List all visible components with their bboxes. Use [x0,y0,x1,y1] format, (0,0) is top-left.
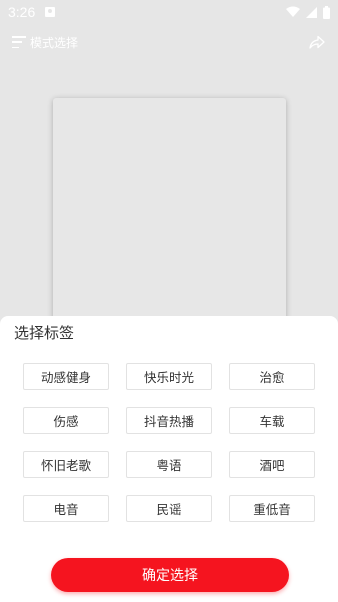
app-bar: 模式选择 [0,30,338,54]
wifi-icon [286,6,300,17]
status-bar: 3:26 [0,0,338,24]
tag-option[interactable]: 粤语 [126,451,212,478]
tag-option[interactable]: 抖音热播 [126,407,212,434]
tag-option[interactable]: 酒吧 [229,451,315,478]
status-icons [286,5,330,19]
notification-icon [45,7,56,17]
tag-option[interactable]: 重低音 [229,495,315,522]
share-icon[interactable] [308,33,326,51]
album-card [53,98,286,338]
tag-selection-sheet: 选择标签 动感健身 快乐时光 治愈 伤感 抖音热播 车载 怀旧老歌 粤语 酒吧 … [0,316,338,602]
tag-option[interactable]: 治愈 [229,363,315,390]
battery-icon [323,5,330,19]
confirm-button[interactable]: 确定选择 [51,558,289,592]
sheet-title: 选择标签 [14,324,75,342]
tag-option[interactable]: 动感健身 [23,363,109,390]
tag-option[interactable]: 民谣 [126,495,212,522]
tag-option[interactable]: 快乐时光 [126,363,212,390]
signal-icon [306,6,317,18]
tag-option[interactable]: 电音 [23,495,109,522]
tag-option[interactable]: 伤感 [23,407,109,434]
page-title: 模式选择 [30,35,79,50]
menu-icon[interactable] [12,36,26,48]
tag-grid: 动感健身 快乐时光 治愈 伤感 抖音热播 车载 怀旧老歌 粤语 酒吧 电音 民谣… [23,363,317,522]
status-time: 3:26 [8,4,36,20]
tag-option[interactable]: 车载 [229,407,315,434]
tag-option[interactable]: 怀旧老歌 [23,451,109,478]
